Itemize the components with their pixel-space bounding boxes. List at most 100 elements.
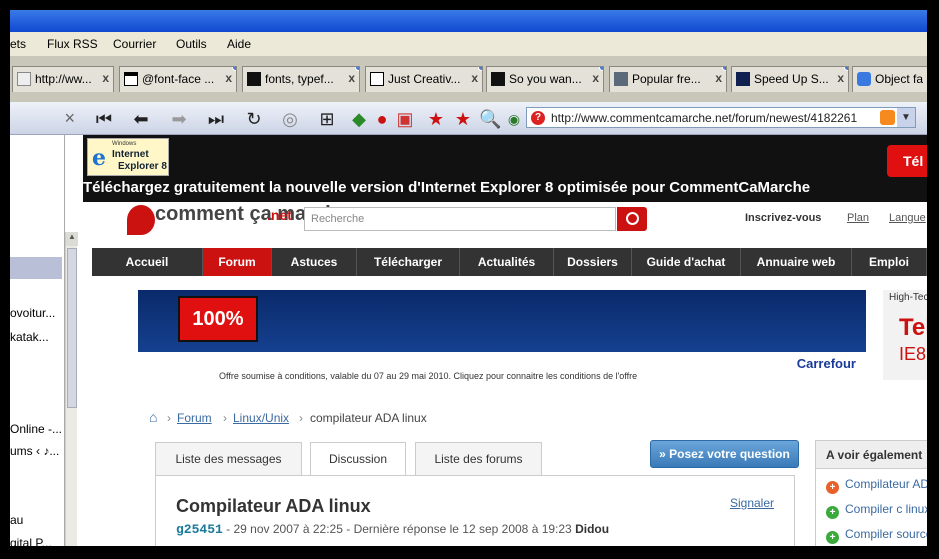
chevron-down-icon[interactable]: ▼ (897, 108, 915, 127)
report-link[interactable]: Signaler (730, 496, 774, 510)
logo-net: .net (267, 207, 292, 223)
see-also-item[interactable]: + Compilateur AD (826, 477, 927, 494)
plus-icon: + (826, 506, 839, 519)
home-icon[interactable]: ⌂ (149, 409, 163, 425)
nav-annuaire[interactable]: Annuaire web (741, 248, 852, 276)
first-page-icon[interactable]: ⏮ (93, 108, 115, 130)
nav-accueil[interactable]: Accueil (92, 248, 203, 276)
menu-item-mail[interactable]: Courrier (113, 37, 156, 51)
stop-icon[interactable]: ◎ (279, 108, 301, 130)
close-icon[interactable]: x (225, 71, 232, 85)
sidebar-item[interactable]: ovoitur... (10, 306, 55, 320)
rss-icon[interactable] (880, 110, 895, 125)
last-replier[interactable]: Didou (575, 522, 609, 536)
site-icon: ? (531, 111, 545, 125)
see-also-panel: A voir également + Compilateur AD + Compil… (815, 440, 927, 546)
sidebar-item[interactable]: ums ‹ ♪... (10, 444, 59, 458)
scroll-thumb[interactable] (67, 248, 77, 408)
nav-telecharger[interactable]: Télécharger (357, 248, 460, 276)
close-icon[interactable]: x (837, 71, 844, 85)
plan-link[interactable]: Plan (847, 212, 869, 224)
nav-dossiers[interactable]: Dossiers (554, 248, 632, 276)
address-bar[interactable]: ? http://www.commentcamarche.net/forum/n… (526, 107, 916, 128)
tab-discussion[interactable]: Discussion (310, 442, 406, 478)
logo-icon (127, 205, 155, 235)
breadcrumb-current: compilateur ADA linux (310, 411, 427, 425)
url-text[interactable]: http://www.commentcamarche.net/forum/new… (551, 111, 869, 125)
scroll-up-icon[interactable]: ▲ (66, 232, 78, 246)
close-icon[interactable]: x (471, 71, 478, 85)
tab-label: Object fa (875, 72, 924, 86)
see-also-label: Compiler source (845, 527, 927, 541)
separator-icon: › (299, 411, 303, 425)
menu-item-rss[interactable]: Flux RSS (47, 37, 98, 51)
ad-banner[interactable]: 100% Carrefour (138, 290, 866, 380)
sidebar-selected-item[interactable] (10, 257, 62, 279)
see-also-item[interactable]: + Compiler c linux (826, 502, 927, 519)
reload-icon[interactable]: ↻ (243, 108, 265, 130)
search-input[interactable]: Recherche (304, 207, 616, 231)
ie-banner-message[interactable]: Téléchargez gratuitement la nouvelle ver… (83, 179, 810, 196)
tab[interactable]: Just Creativ... x (365, 66, 483, 92)
breadcrumb-forum[interactable]: Forum (177, 411, 212, 425)
search-button[interactable] (617, 207, 647, 231)
books-icon[interactable]: ◆ (348, 108, 370, 130)
sidebar-item[interactable]: Online -... (10, 422, 62, 436)
tab[interactable]: So you wan... x (486, 66, 604, 92)
star-icon[interactable]: ★ (425, 108, 447, 130)
separator-icon: › (167, 411, 171, 425)
extension-icon[interactable]: ● (371, 108, 393, 130)
eye-icon[interactable]: ◉ (503, 108, 525, 130)
site-logo[interactable]: comment ça marche .net (127, 203, 348, 245)
ad-footnote[interactable]: Offre soumise à conditions, valable du 0… (219, 371, 637, 381)
speed-icon (736, 72, 750, 86)
ie-banner[interactable]: e Windows Internet Explorer 8 Télécharge… (83, 135, 927, 202)
tab-forums[interactable]: Liste des forums (415, 442, 542, 476)
signup-link[interactable]: Inscrivez-vous (745, 212, 821, 224)
close-icon[interactable]: × (64, 108, 75, 129)
download-button[interactable]: Tél (887, 145, 927, 177)
plus-icon: + (826, 531, 839, 544)
tab[interactable]: fonts, typef... x (242, 66, 360, 92)
shield-icon[interactable]: ▣ (394, 108, 416, 130)
plus-icon: + (826, 481, 839, 494)
nav-guide-achat[interactable]: Guide d'achat (632, 248, 741, 276)
ask-question-button[interactable]: » Posez votre question (650, 440, 799, 468)
right-ad[interactable]: High-Tech Tel IE8 (883, 290, 927, 380)
tab[interactable]: Object fa (852, 66, 927, 92)
tab-messages[interactable]: Liste des messages (155, 442, 302, 476)
right-ad-big: Tel (899, 314, 927, 341)
menu-bar: ets Flux RSS Courrier Outils Aide (10, 32, 927, 56)
language-link[interactable]: Langue (889, 212, 926, 224)
close-icon[interactable]: x (102, 71, 109, 85)
tab[interactable]: http://ww... x (12, 66, 114, 92)
close-icon[interactable]: x (592, 71, 599, 85)
close-icon[interactable]: x (348, 71, 355, 85)
close-icon[interactable]: x (715, 71, 722, 85)
sidebar-item[interactable]: gital P... (10, 536, 52, 546)
menu-item-bookmarks[interactable]: ets (10, 37, 26, 51)
sidebar-item[interactable]: au (10, 513, 23, 527)
sidebar-item[interactable]: katak... (10, 330, 49, 344)
back-icon[interactable]: ⬅ (130, 108, 152, 130)
breadcrumb-linux[interactable]: Linux/Unix (233, 411, 289, 425)
search-icon[interactable]: 🔍 (479, 108, 501, 130)
menu-item-tools[interactable]: Outils (176, 37, 207, 51)
nav-astuces[interactable]: Astuces (272, 248, 357, 276)
last-page-icon[interactable]: ⏭ (205, 108, 227, 130)
menu-item-help[interactable]: Aide (227, 37, 251, 51)
right-ad-label: High-Tech (889, 292, 927, 303)
tab[interactable]: Popular fre... x (609, 66, 727, 92)
tab-bar: http://ww... x @font-face ... x fonts, t… (10, 56, 927, 102)
nav-actualites[interactable]: Actualités (460, 248, 554, 276)
nav-forum[interactable]: Forum (203, 248, 272, 276)
tab[interactable]: @font-face ... x (119, 66, 237, 92)
nav-emploi[interactable]: Emploi (852, 248, 927, 276)
tile-icon[interactable]: ⊞ (316, 108, 338, 130)
forward-icon[interactable]: ➡ (168, 108, 190, 130)
star-icon[interactable]: ★ (452, 108, 474, 130)
post-author[interactable]: g25451 (176, 522, 223, 537)
tab[interactable]: Speed Up S... x (731, 66, 849, 92)
sidebar-scrollbar[interactable]: ▲ (65, 232, 78, 546)
see-also-item[interactable]: + Compiler source (826, 527, 927, 544)
